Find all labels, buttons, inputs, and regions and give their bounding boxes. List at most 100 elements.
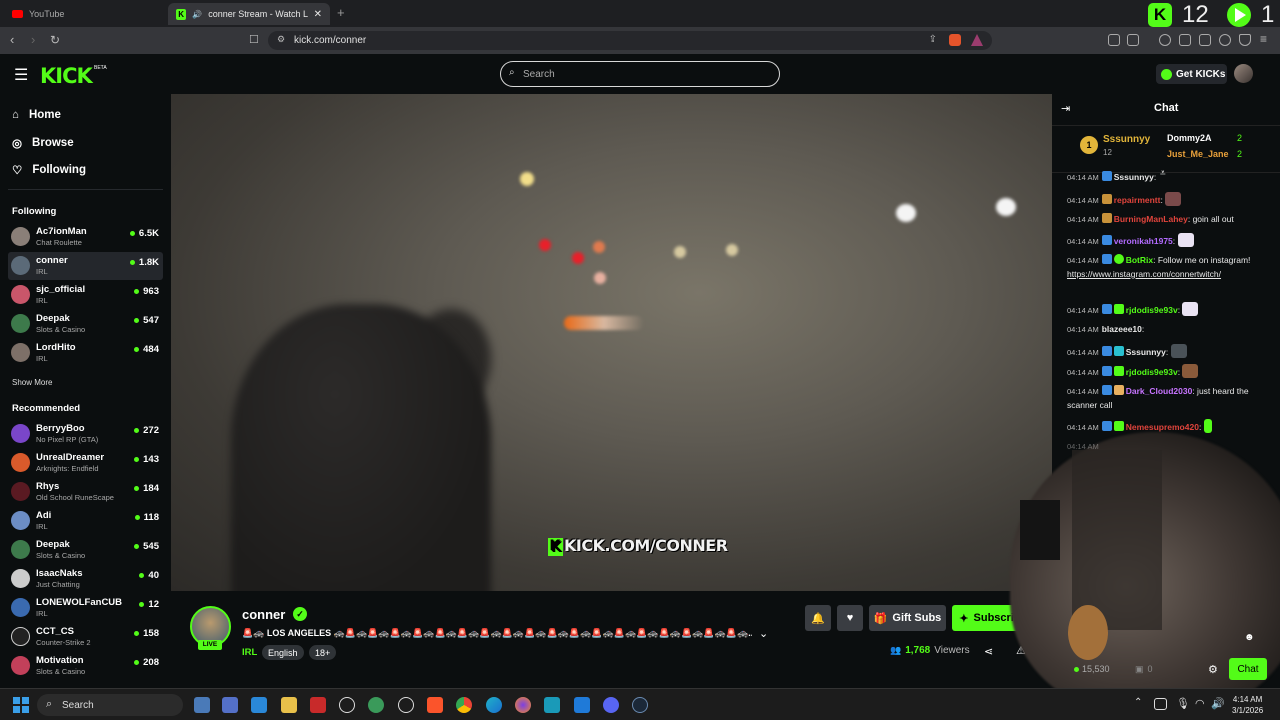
channel-item[interactable]: Adi IRL 118 — [8, 507, 163, 535]
sidebar-toggle-icon[interactable] — [1179, 34, 1191, 46]
url-text: kick.com/conner — [294, 35, 367, 46]
user-avatar[interactable] — [1234, 64, 1253, 83]
channel-item[interactable]: BerryyBoo No Pixel RP (GTA) 272 — [8, 420, 163, 448]
channel-item[interactable]: Rhys Old School RuneScape 184 — [8, 478, 163, 506]
channel-item[interactable]: Deepak Slots & Casino 545 — [8, 536, 163, 564]
windows-start-icon[interactable] — [13, 697, 29, 713]
wallet-icon[interactable] — [1199, 34, 1211, 46]
chat-username[interactable]: BotRix — [1126, 255, 1153, 265]
tab-kick[interactable]: K 🔊 conner Stream - Watch Live o ✕ — [168, 3, 330, 25]
sidebar-item-following[interactable]: ♡ Following — [12, 163, 86, 177]
leader-name[interactable]: Dommy2A — [1167, 133, 1212, 143]
url-field[interactable]: ⚙ kick.com/conner ⇪ — [268, 31, 992, 50]
extensions-icon[interactable] — [1108, 34, 1120, 46]
chat-username[interactable]: veronikah1975 — [1114, 236, 1173, 246]
music-icon[interactable] — [1159, 34, 1171, 46]
chat-username[interactable]: blazeee10 — [1102, 324, 1142, 334]
channel-item[interactable]: UnrealDreamer Arknights: Endfield 143 — [8, 449, 163, 477]
sidebar-item-browse[interactable]: ◎ Browse — [12, 136, 74, 150]
brave-shield-icon[interactable] — [949, 34, 961, 46]
search-input[interactable]: ⌕ Search — [500, 61, 780, 87]
expand-title-icon[interactable]: ⌄ — [759, 627, 768, 640]
steam-icon[interactable] — [632, 697, 648, 713]
leader-name[interactable]: Just_Me_Jane — [1167, 149, 1229, 159]
kick-logo[interactable]: KICK — [40, 64, 93, 88]
gift-subs-button[interactable]: 🎁 Gift Subs — [869, 605, 946, 631]
taskbar-search[interactable]: ⌕ Search — [37, 694, 183, 716]
share-stream-icon[interactable]: ⋖ — [984, 645, 993, 658]
app-icon[interactable] — [339, 697, 355, 713]
discord-icon[interactable] — [603, 697, 619, 713]
video-player[interactable] — [171, 94, 1052, 591]
channel-item[interactable]: LONEWOLFanCUB IRL 12 — [8, 594, 163, 622]
get-kicks-button[interactable]: Get KICKs — [1156, 64, 1227, 84]
vpn-shield-icon[interactable] — [1239, 34, 1251, 46]
chat-username[interactable]: repairmentt — [1114, 195, 1161, 205]
microphone-icon[interactable]: 🎙 — [1176, 697, 1190, 710]
scroll-down-icon[interactable]: ⩡ — [1160, 168, 1166, 179]
screenshot-icon[interactable] — [1127, 34, 1139, 46]
channel-item[interactable]: sjc_official IRL 963 — [8, 281, 163, 309]
leader-name[interactable]: Sssunnyy — [1103, 134, 1150, 145]
chrome-icon[interactable] — [456, 697, 472, 713]
tag-english[interactable]: English — [262, 645, 304, 660]
app-icon[interactable] — [398, 697, 414, 713]
message-link[interactable]: https://www.instagram.com/connertwitch/ — [1067, 269, 1221, 279]
menu-icon[interactable]: ≡ — [1260, 32, 1267, 46]
chat-username[interactable]: Nemesupremo420 — [1126, 422, 1199, 432]
notifications-button[interactable]: 🔔 — [805, 605, 831, 631]
brave-rewards-icon[interactable] — [971, 34, 983, 46]
hamburger-menu-icon[interactable]: ☰ — [14, 65, 28, 85]
app-icon[interactable] — [251, 697, 267, 713]
task-view-icon[interactable] — [194, 697, 210, 713]
app-icon[interactable] — [310, 697, 326, 713]
chat-username[interactable]: Dark_Cloud2030 — [1126, 386, 1193, 396]
reload-icon[interactable]: ↻ — [50, 33, 60, 47]
bookmark-icon[interactable]: ☐ — [249, 33, 259, 47]
tab-youtube[interactable]: YouTube — [4, 3, 164, 25]
send-chat-button[interactable]: Chat — [1229, 658, 1267, 680]
channel-item[interactable]: conner IRL 1.8K — [8, 252, 163, 280]
brave-icon[interactable] — [427, 697, 443, 713]
viewer-count: 118 — [134, 512, 159, 523]
follow-button[interactable]: ♥ — [837, 605, 863, 631]
channel-item[interactable]: Motivation Slots & Casino 208 — [8, 652, 163, 680]
chat-username[interactable]: Sssunnyy — [1126, 347, 1166, 357]
back-icon[interactable]: ‹ — [10, 33, 14, 47]
channel-item[interactable]: LordHito IRL 484 — [8, 339, 163, 367]
chat-settings-icon[interactable]: ⚙ — [1208, 663, 1218, 676]
app-icon[interactable] — [222, 697, 238, 713]
channel-item[interactable]: IsaacNaks Just Chatting 40 — [8, 565, 163, 593]
channel-name-heading[interactable]: conner — [242, 607, 285, 622]
edge-icon[interactable] — [486, 697, 502, 713]
chat-username[interactable]: rjdodis9e93v — [1126, 305, 1178, 315]
leo-ai-icon[interactable] — [1219, 34, 1231, 46]
app-icon[interactable] — [544, 697, 560, 713]
file-explorer-icon[interactable] — [281, 697, 297, 713]
channel-item[interactable]: Ac7ionMan Chat Roulette 6.5K — [8, 223, 163, 251]
tray-chevron-icon[interactable]: ⌃ — [1134, 697, 1142, 708]
new-tab-button[interactable]: + — [337, 5, 345, 20]
system-clock[interactable]: 4:14 AM 3/1/2026 — [1232, 694, 1263, 716]
category-link[interactable]: IRL — [242, 647, 257, 658]
volume-icon[interactable]: 🔊 — [1211, 697, 1225, 710]
forward-icon[interactable]: › — [31, 33, 35, 47]
share-icon[interactable]: ⇪ — [929, 34, 937, 45]
sidebar-item-home[interactable]: ⌂ Home — [12, 109, 61, 121]
app-icon[interactable] — [368, 697, 384, 713]
wifi-icon[interactable]: ◠ — [1195, 697, 1205, 710]
firefox-icon[interactable] — [515, 697, 531, 713]
tray-icon[interactable] — [1154, 698, 1167, 710]
tag-18-plus[interactable]: 18+ — [309, 645, 337, 660]
channel-item[interactable]: Deepak Slots & Casino 547 — [8, 310, 163, 338]
close-tab-icon[interactable]: ✕ — [314, 9, 322, 20]
chat-username[interactable]: rjdodis9e93v — [1126, 367, 1178, 377]
show-more-link[interactable]: Show More — [12, 378, 52, 387]
channel-item[interactable]: CCT_CS Counter-Strike 2 158 — [8, 623, 163, 651]
chat-username[interactable]: BurningManLahey — [1114, 214, 1188, 224]
site-info-icon[interactable]: ⚙ — [277, 34, 285, 45]
collapse-chat-icon[interactable]: ⇥ — [1061, 102, 1070, 115]
vscode-icon[interactable] — [574, 697, 590, 713]
emoji-icon[interactable]: ☻ — [1244, 632, 1255, 643]
chat-username[interactable]: Sssunnyy — [1114, 172, 1154, 182]
